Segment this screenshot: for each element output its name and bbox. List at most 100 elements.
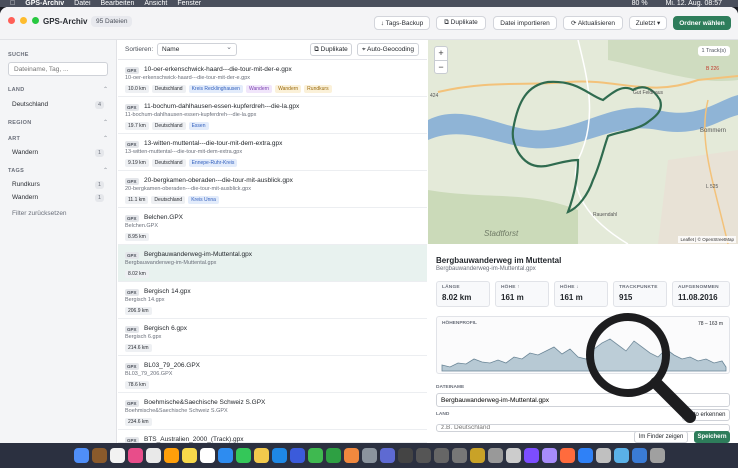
clock[interactable]: Mi. 12. Aug. 08:57	[666, 0, 722, 7]
dock-app-icon[interactable]	[469, 448, 485, 463]
land-item-deutschland[interactable]: Deutschland	[12, 101, 48, 108]
map-view[interactable]: Stadtforst Bommern Rauendahl Gut Feldhau…	[428, 40, 738, 244]
file-row[interactable]: GPX BL03_79_206.GPX BL03_79_206.GPX 78.6 km	[118, 356, 427, 393]
distance-tag[interactable]: 206.9 km	[125, 307, 152, 315]
tag-item-wandern[interactable]: Wandern	[12, 194, 38, 201]
dock-app-icon[interactable]	[433, 448, 449, 463]
menu-fenster[interactable]: Fenster	[177, 0, 201, 7]
art-collapse-icon[interactable]: ⌃	[103, 135, 108, 142]
dock-app-icon[interactable]	[451, 448, 467, 463]
auto-detect-button[interactable]: Auto erkennen	[682, 409, 730, 421]
track-count-badge[interactable]: 1 Track(s)	[697, 46, 730, 56]
battery-status[interactable]: 80 %	[632, 0, 648, 7]
dock-app-icon[interactable]	[181, 448, 197, 463]
save-button[interactable]: Speichern	[694, 431, 730, 443]
region-tag[interactable]: Kreis Recklinghausen	[188, 85, 243, 93]
dock-app-icon[interactable]	[523, 448, 539, 463]
map-canvas[interactable]: Stadtforst Bommern Rauendahl Gut Feldhau…	[428, 40, 738, 244]
dock-app-icon[interactable]	[649, 448, 665, 463]
distance-tag[interactable]: 8.02 km	[125, 270, 149, 278]
choose-folder-button[interactable]: Ordner wählen	[673, 16, 731, 30]
tags-collapse-icon[interactable]: ⌃	[103, 167, 108, 174]
dock-app-icon[interactable]	[109, 448, 125, 463]
minimize-window-button[interactable]	[20, 17, 27, 24]
art-item-wandern[interactable]: Wandern	[12, 149, 38, 156]
dock-app-icon[interactable]	[289, 448, 305, 463]
distance-tag[interactable]: 10.0 km	[125, 85, 149, 93]
dock-app-icon[interactable]	[541, 448, 557, 463]
map-attribution[interactable]: Leaflet | © OpenStreetMap	[678, 236, 736, 243]
art-heading[interactable]: ART	[8, 136, 20, 142]
file-row[interactable]: GPX 10-oer-erkenschwick-haard---die-tour-…	[118, 60, 427, 97]
distance-tag[interactable]: 214.6 km	[125, 344, 152, 352]
distance-tag[interactable]: 78.6 km	[125, 381, 149, 389]
tags-backup-button[interactable]: ↓ Tags-Backup	[374, 16, 430, 30]
distance-tag[interactable]: 11.1 km	[125, 196, 149, 204]
apple-icon[interactable]: 	[10, 0, 15, 7]
land-heading[interactable]: LAND	[8, 87, 24, 93]
country-tag[interactable]: Deutschland	[151, 159, 186, 167]
dock-app-icon[interactable]	[361, 448, 377, 463]
zoom-window-button[interactable]	[32, 17, 39, 24]
file-row[interactable]: GPX Boehmische&Saechische Schweiz S.GPX Bo…	[118, 393, 427, 430]
file-row[interactable]: GPX Bergisch 14.gpx Bergisch 14.gpx 206.9 k…	[118, 282, 427, 319]
country-tag[interactable]: Deutschland	[151, 196, 186, 204]
region-tag[interactable]: Essen	[188, 122, 209, 130]
dock-app-icon[interactable]	[343, 448, 359, 463]
reset-filter-link[interactable]: Filter zurücksetzen	[12, 210, 67, 217]
dock-app-icon[interactable]	[199, 448, 215, 463]
refresh-button[interactable]: ⟳ Aktualisieren	[563, 16, 623, 30]
dock-app-icon[interactable]	[397, 448, 413, 463]
land-collapse-icon[interactable]: ⌃	[103, 86, 108, 93]
dock-app-icon[interactable]	[379, 448, 395, 463]
duplicates-button[interactable]: ⧉ Duplikate	[436, 16, 486, 30]
region-tag[interactable]: Ennepe-Ruhr-Kreis	[188, 159, 238, 167]
dock-app-icon[interactable]	[559, 448, 575, 463]
dock-app-icon[interactable]	[487, 448, 503, 463]
menu-bearbeiten[interactable]: Bearbeiten	[101, 0, 135, 7]
dock-app-icon[interactable]	[145, 448, 161, 463]
activity-tag[interactable]: Wandern	[245, 85, 273, 93]
region-heading[interactable]: REGION	[8, 120, 32, 126]
file-row[interactable]: GPX BTS_Australien_2000_(Track).gpx	[118, 430, 427, 443]
dock-app-icon[interactable]	[505, 448, 521, 463]
dock-app-icon[interactable]	[127, 448, 143, 463]
close-window-button[interactable]	[8, 17, 15, 24]
dock-app-icon[interactable]	[235, 448, 251, 463]
distance-tag[interactable]: 9.19 km	[125, 159, 149, 167]
search-input[interactable]	[8, 62, 108, 76]
dock-app-icon[interactable]	[577, 448, 593, 463]
distance-tag[interactable]: 8.95 km	[125, 233, 149, 241]
dock-app-icon[interactable]	[307, 448, 323, 463]
filename-input[interactable]	[436, 393, 730, 407]
custom-tag[interactable]: Rundkurs	[304, 85, 332, 93]
menu-ansicht[interactable]: Ansicht	[144, 0, 167, 7]
tags-heading[interactable]: TAGS	[8, 168, 24, 174]
show-in-finder-button[interactable]: Im Finder zeigen	[634, 431, 688, 443]
region-collapse-icon[interactable]: ⌃	[103, 119, 108, 126]
dock-app-icon[interactable]	[163, 448, 179, 463]
menu-datei[interactable]: Datei	[74, 0, 90, 7]
file-row[interactable]: GPX Bergbauwanderweg-im-Muttental.gpx Berg…	[118, 245, 427, 282]
list-duplicates-button[interactable]: ⧉ Duplikate	[310, 43, 352, 56]
custom-tag[interactable]: Wandern	[275, 85, 302, 93]
file-row[interactable]: GPX 11-bochum-dahlhausen-essen-kupferdreh…	[118, 97, 427, 134]
dock-app-icon[interactable]	[325, 448, 341, 463]
dock-app-icon[interactable]	[91, 448, 107, 463]
dock-app-icon[interactable]	[415, 448, 431, 463]
dock-app-icon[interactable]	[253, 448, 269, 463]
auto-geocoding-button[interactable]: ⌖ Auto-Geocoding	[357, 43, 419, 56]
zoom-in-button[interactable]: +	[435, 47, 447, 61]
distance-tag[interactable]: 19.7 km	[125, 122, 149, 130]
dock-app-icon[interactable]	[595, 448, 611, 463]
dock-app-icon[interactable]	[271, 448, 287, 463]
import-file-button[interactable]: Datei importieren	[493, 16, 557, 30]
region-tag[interactable]: Kreis Unna	[188, 196, 219, 204]
tag-item-rundkurs[interactable]: Rundkurs	[12, 181, 40, 188]
zoom-out-button[interactable]: −	[435, 61, 447, 74]
recent-dropdown[interactable]: Zuletzt ▾	[629, 16, 667, 30]
file-row[interactable]: GPX Bergisch 6.gpx Bergisch 6.gpx 214.6 km	[118, 319, 427, 356]
menu-app-name[interactable]: GPS-Archiv	[25, 0, 64, 7]
dock-app-icon[interactable]	[217, 448, 233, 463]
file-row[interactable]: GPX Belchen.GPX Belchen.GPX 8.95 km	[118, 208, 427, 245]
